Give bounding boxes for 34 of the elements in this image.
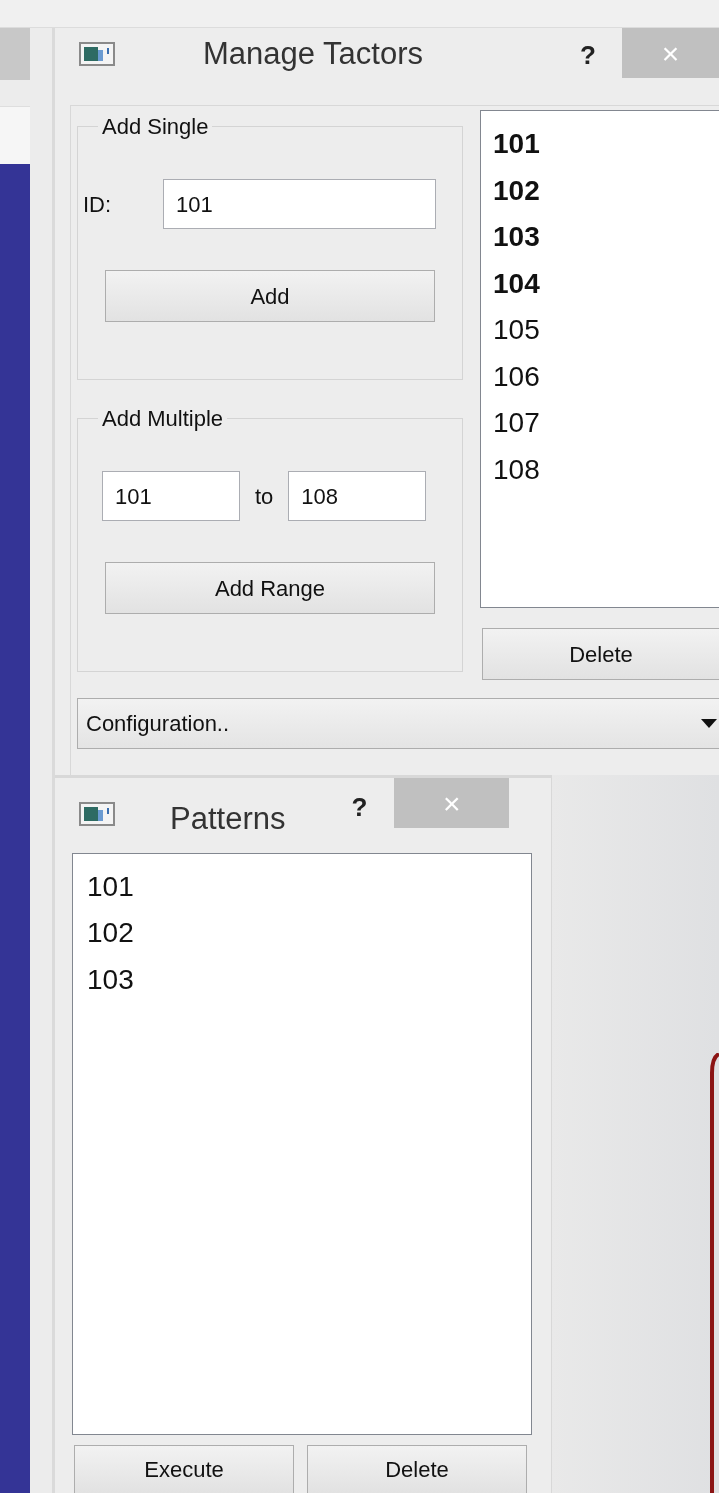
help-button[interactable]: ? [351,788,368,827]
push-button[interactable]: Delete [482,628,719,680]
list-item[interactable]: 102 [87,910,531,957]
window-title: Manage Tactors [203,34,423,73]
side-title-bar [0,28,30,80]
configuration-dropdown[interactable]: Configuration.. [77,698,719,749]
list-item[interactable]: 107 [493,400,719,447]
input-field[interactable]: 101 [102,471,240,521]
input-field[interactable]: 108 [288,471,427,521]
to-label: to [255,482,274,511]
group-title: Add Single [101,113,210,141]
group-title: Add Multiple [101,405,225,433]
push-button[interactable]: Delete [307,1445,527,1493]
window-title: Patterns [170,800,286,838]
window-icon [79,802,115,826]
tactor-list[interactable]: 101 102 103 104 105 106 107 108 [480,110,719,608]
push-button[interactable]: Add [105,270,435,322]
push-button[interactable]: Execute [74,1445,294,1493]
help-button[interactable]: ? [580,36,596,75]
push-button[interactable]: Add Range [105,562,435,614]
list-item[interactable]: 101 [87,863,531,911]
input-field[interactable]: 101 [163,179,436,229]
list-item[interactable]: 106 [493,353,719,400]
dropdown-arrow-icon [701,719,717,728]
list-item[interactable]: 105 [493,307,719,354]
id-label: ID: [83,190,113,219]
list-item[interactable]: 104 [493,260,719,307]
list-item[interactable]: 108 [493,446,719,493]
list-item[interactable]: 103 [87,956,531,1004]
list-item[interactable]: 101 [493,121,719,168]
list-item[interactable]: 103 [493,214,719,261]
pattern-list[interactable]: 101 102 103 [72,852,532,1435]
window-icon [79,42,115,66]
list-item[interactable]: 102 [493,167,719,214]
